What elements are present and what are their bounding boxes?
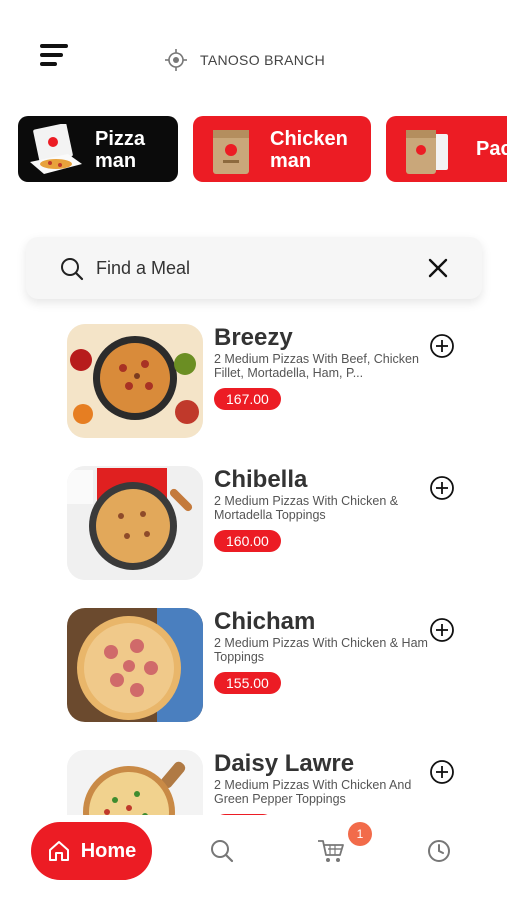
meal-list: Breezy 2 Medium Pizzas With Beef, Chicke… [0,320,507,815]
meal-description: 2 Medium Pizzas With Chicken & Ham Toppi… [214,636,428,664]
brand-card-chickenman[interactable]: Chicken man [193,116,371,182]
home-button[interactable]: Home [31,822,152,880]
meal-name: Daisy Lawre [214,750,355,777]
hamburger-icon[interactable] [40,44,70,70]
meal-image [67,324,203,438]
history-icon[interactable] [426,838,452,864]
food-bag-icon [213,130,249,174]
brand-card-pac[interactable]: Pac [386,116,507,182]
add-circle-icon[interactable] [429,759,455,785]
top-bar: TANOSO BRANCH [0,0,507,110]
brand-label-line1: Pizza [95,128,146,150]
add-circle-icon[interactable] [429,617,455,643]
close-icon[interactable] [426,256,450,280]
cart-icon[interactable] [316,837,346,865]
brand-card-pizzaman[interactable]: Pizza man [18,116,178,182]
food-bag-icon [406,130,448,174]
meal-name: Chibella [214,466,308,493]
meal-description: 2 Medium Pizzas With Beef, Chicken Fille… [214,352,419,380]
search-icon [61,258,84,281]
meal-description: 2 Medium Pizzas With Chicken & Mortadell… [214,494,399,522]
home-label: Home [80,839,137,862]
search-bar [26,237,482,299]
meal-item[interactable]: Breezy 2 Medium Pizzas With Beef, Chicke… [0,320,507,440]
meal-price: 160.00 [214,530,281,552]
meal-price: 155.00 [214,672,281,694]
brand-label: Chicken man [270,128,348,172]
brand-label-line2: man [95,150,137,172]
location-target-icon [165,49,187,71]
meal-price: 167.00 [214,388,281,410]
meal-image [67,608,203,722]
meal-name: Breezy [214,324,293,351]
add-circle-icon[interactable] [429,475,455,501]
search-icon[interactable] [209,838,235,864]
brand-strip: Pizza man Chicken man Pac [18,116,507,184]
home-icon [48,841,69,861]
brand-label-line2: man [270,150,312,172]
pizza-box-icon [30,124,82,174]
meal-image [67,466,203,580]
brand-label: Pizza man [95,128,145,172]
bottom-nav: Home 1 [0,815,507,900]
add-circle-icon[interactable] [429,333,455,359]
branch-label: TANOSO BRANCH [200,52,325,68]
search-input[interactable] [96,253,416,283]
branch-selector[interactable]: TANOSO BRANCH [164,48,325,72]
cart-count-badge: 1 [348,822,372,846]
meal-item[interactable]: Daisy Lawre 2 Medium Pizzas With Chicken… [0,746,507,815]
meal-item[interactable]: Chibella 2 Medium Pizzas With Chicken & … [0,462,507,582]
meal-item[interactable]: Chicham 2 Medium Pizzas With Chicken & H… [0,604,507,724]
meal-description: 2 Medium Pizzas With Chicken And Green P… [214,778,412,806]
meal-name: Chicham [214,608,316,635]
brand-label-line1: Chicken [270,128,348,150]
brand-label: Pac [476,138,507,160]
meal-image [67,750,203,815]
